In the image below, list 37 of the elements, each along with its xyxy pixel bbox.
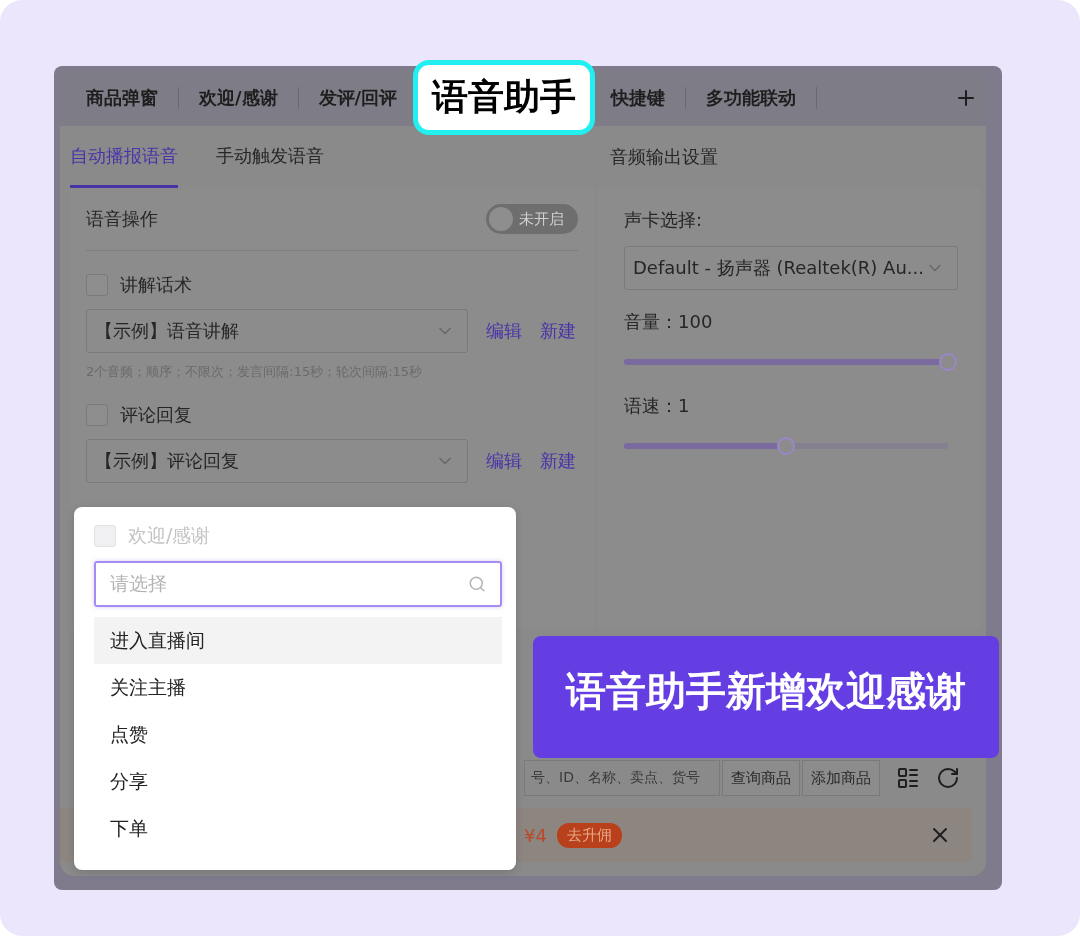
refresh-icon[interactable] [936,766,960,790]
select-field[interactable]: 【示例】评论回复 [86,439,468,483]
checkbox-label: 欢迎/感谢 [128,523,211,548]
action-link[interactable]: 编辑 [486,319,522,343]
callout-banner: 语音助手新增欢迎感谢 [533,636,999,758]
toolbar-button[interactable]: 添加商品 [802,760,880,796]
select-field[interactable]: Default - 扬声器 (Realtek(R) Au... [624,246,958,290]
field-label: 声卡选择: [624,208,704,232]
banner-text: ¥4 [524,824,547,846]
slider-thumb[interactable] [939,353,957,371]
toggle-switch[interactable]: 未开启 [486,204,578,234]
tab[interactable]: 商品弹窗 [70,86,174,110]
list-icon[interactable] [896,766,920,790]
sub-tab[interactable]: 手动触发语音 [216,126,324,188]
search-field[interactable]: 请选择 [94,561,502,607]
search-field[interactable]: 号、ID、名称、卖点、货号 [524,760,720,796]
action-link[interactable]: 新建 [540,319,576,343]
search-icon [468,575,486,593]
slider-label: 语速：1 [624,394,691,418]
action-link[interactable]: 编辑 [486,449,522,473]
tab[interactable]: 欢迎/感谢 [183,86,294,110]
select-field[interactable]: 【示例】语音讲解 [86,309,468,353]
panel-title: 音频输出设置 [609,145,718,169]
tab[interactable]: 发评/回评 [302,86,414,110]
tab[interactable]: 多功能联动 [690,86,813,110]
slider[interactable] [624,352,958,372]
checkbox-label: 讲解话术 [120,273,192,297]
section-title: 语音操作 [86,207,158,231]
slider-label: 音量：100 [624,310,714,334]
toolbar-button[interactable]: 查询商品 [722,760,800,796]
slider-thumb[interactable] [777,437,795,455]
checkbox-label: 评论回复 [120,403,192,427]
tab[interactable]: 快捷键 [595,86,682,110]
dropdown-option[interactable]: 进入直播间 [94,617,502,664]
upgrade-badge[interactable]: 去升佣 [556,822,622,848]
action-link[interactable]: 新建 [540,449,576,473]
tab[interactable]: 语音助手 [413,59,596,135]
